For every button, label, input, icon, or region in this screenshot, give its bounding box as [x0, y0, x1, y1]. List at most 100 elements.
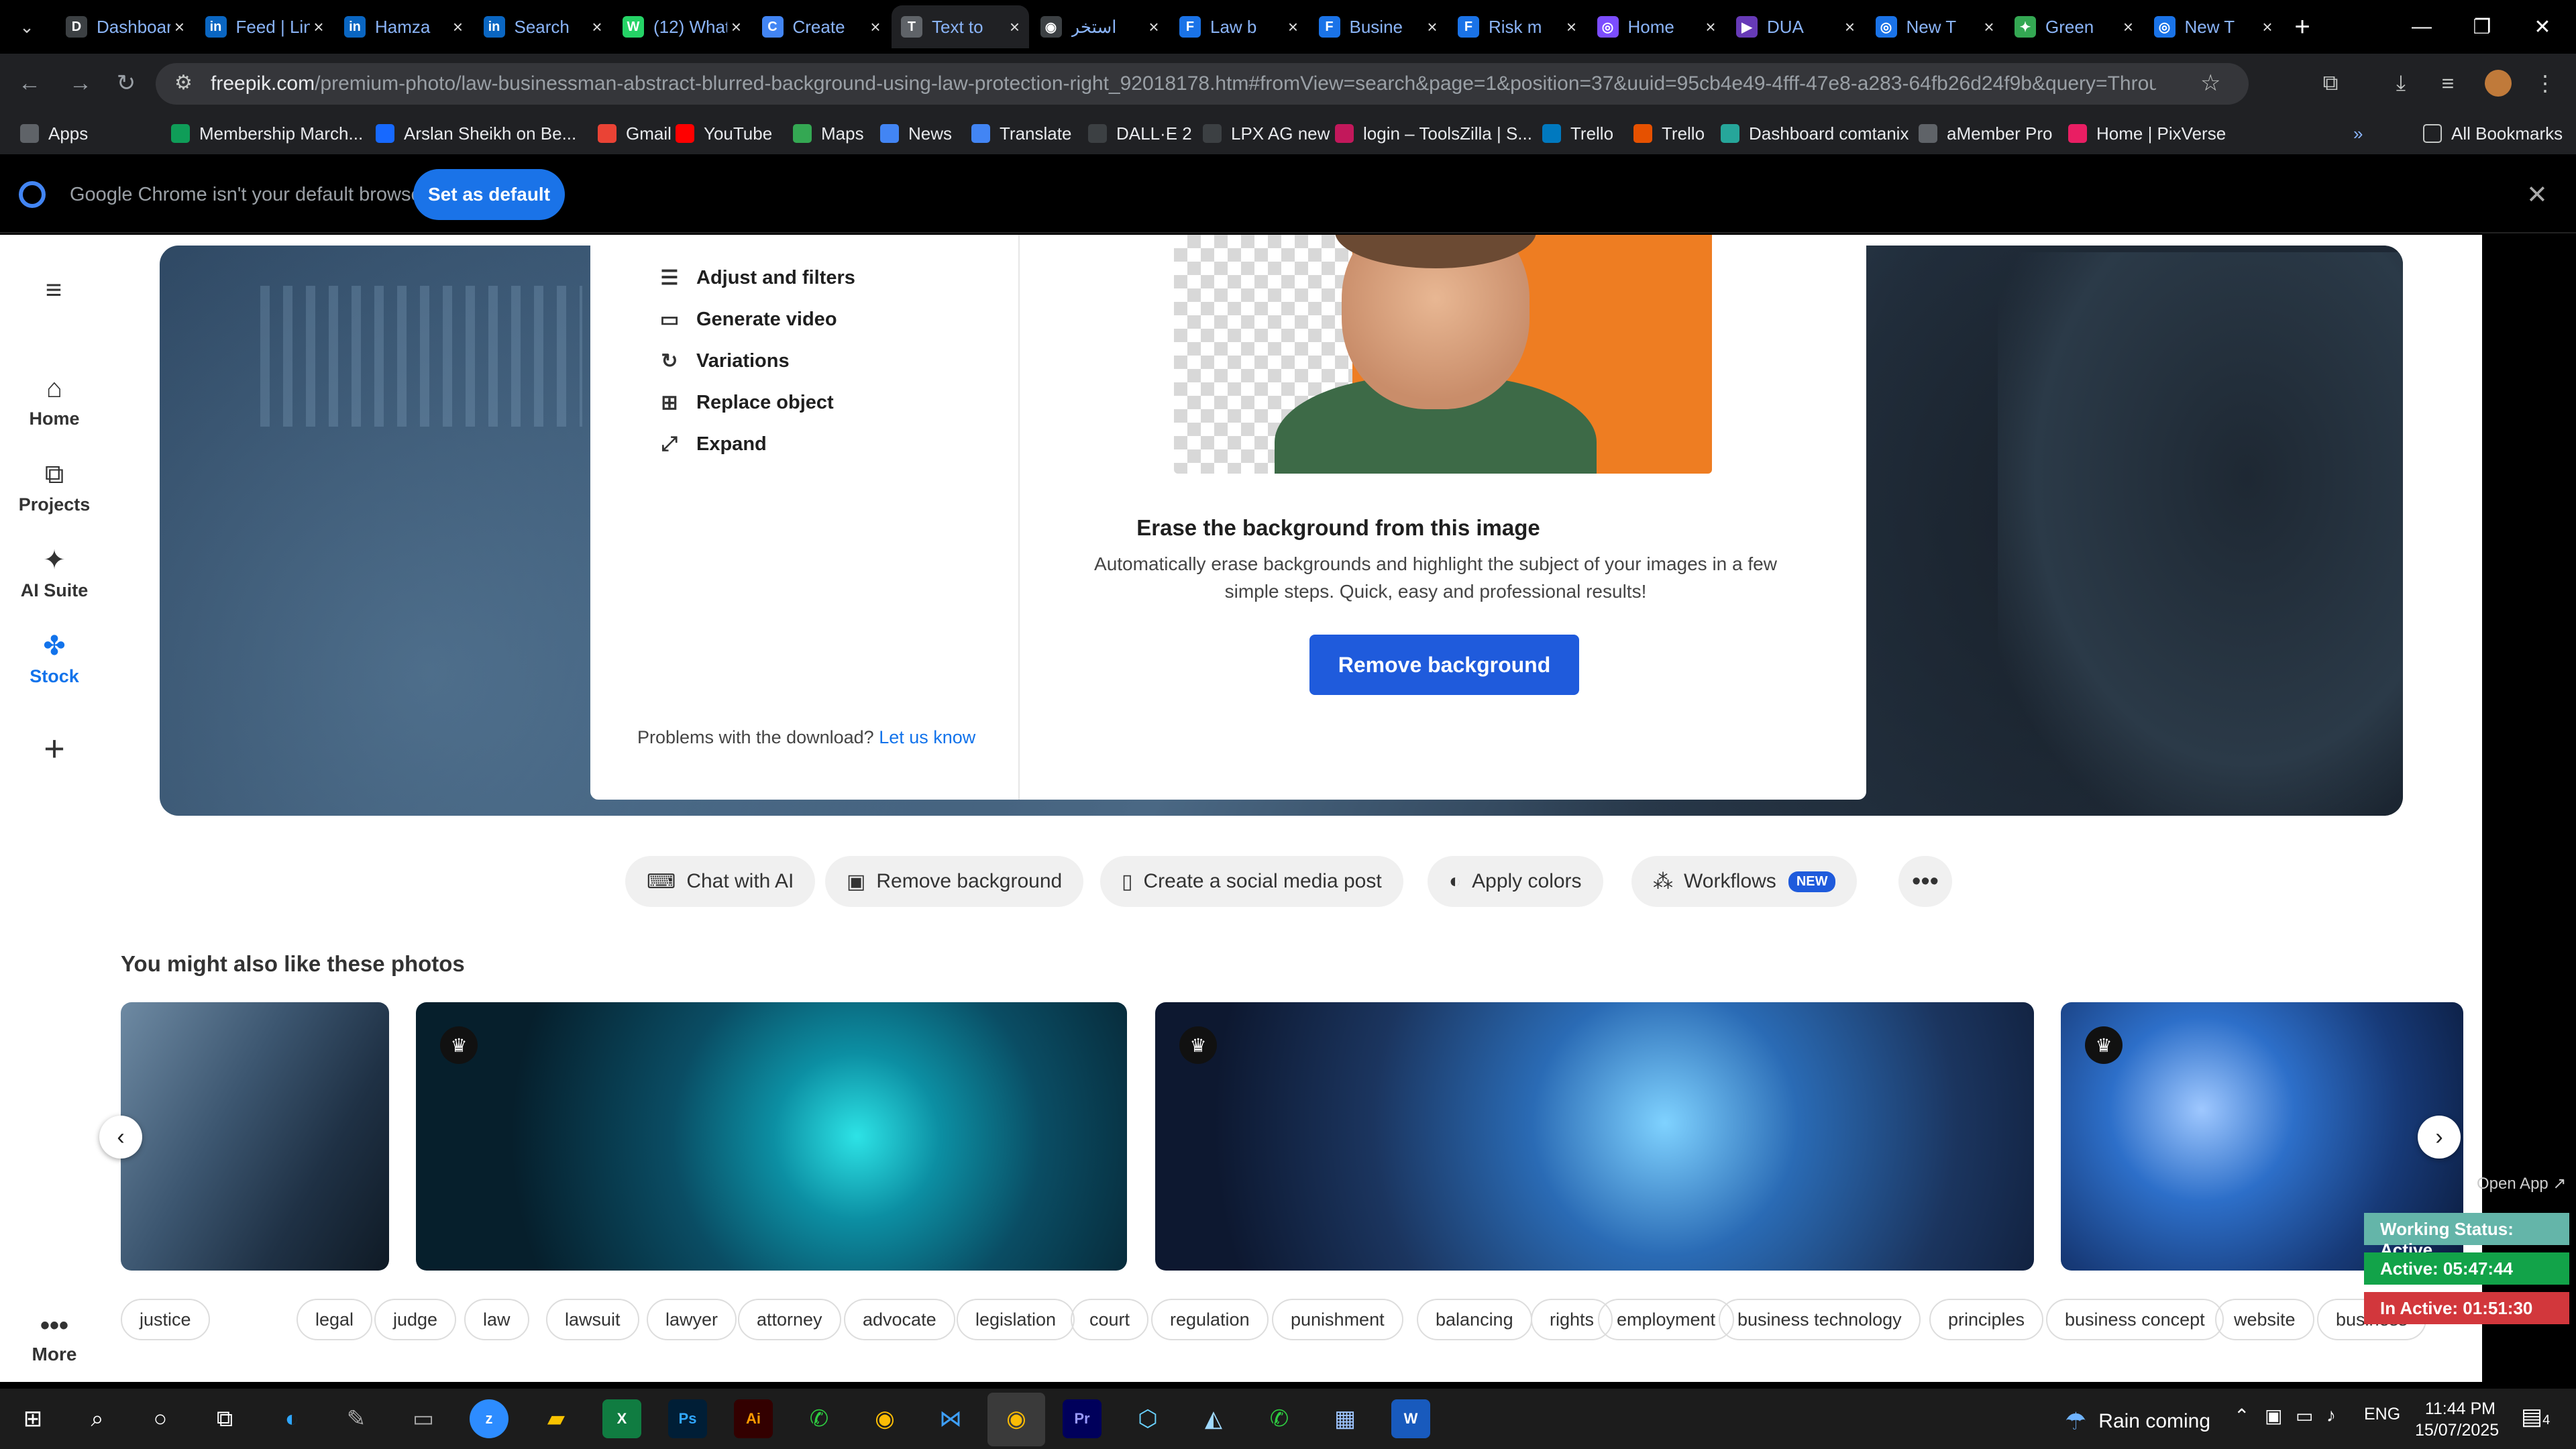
- browser-tab[interactable]: in Feed | LinkedIn×: [196, 5, 333, 48]
- phone-app-icon-2[interactable]: ✆: [1260, 1399, 1299, 1438]
- bookmark-item[interactable]: aMember Pro: [1919, 121, 2053, 146]
- related-photo-3[interactable]: ♛: [1155, 1002, 2034, 1271]
- tab-close-icon[interactable]: ×: [592, 17, 602, 38]
- reload-button[interactable]: ↻: [110, 67, 142, 99]
- browser-tab[interactable]: W (12) WhatsApp×: [613, 5, 751, 48]
- bookmark-item[interactable]: Translate: [971, 121, 1071, 146]
- sidebar-item-more[interactable]: ••• More: [0, 1311, 109, 1365]
- tag-chip[interactable]: court: [1071, 1299, 1149, 1340]
- browser-tab[interactable]: in Hamza ×: [335, 5, 472, 48]
- browser-tab[interactable]: F Risk m ×: [1448, 5, 1586, 48]
- create-social-post-button[interactable]: ▯ Create a social media post: [1100, 856, 1403, 907]
- chat-with-ai-button[interactable]: ⌨ Chat with AI: [625, 856, 816, 907]
- browser-tab[interactable]: D Dashboard×: [56, 5, 194, 48]
- tab-close-icon[interactable]: ×: [1148, 17, 1159, 38]
- browser-tab[interactable]: ◉ استخر ×: [1031, 5, 1169, 48]
- forward-button[interactable]: →: [64, 67, 97, 99]
- browser-tab[interactable]: F Busine ×: [1309, 5, 1447, 48]
- open-app-link[interactable]: Open App ↗: [2477, 1174, 2567, 1193]
- tab-close-icon[interactable]: ×: [870, 17, 880, 38]
- site-info-icon[interactable]: ⚙: [174, 71, 193, 95]
- tab-close-icon[interactable]: ×: [731, 17, 741, 38]
- tab-close-icon[interactable]: ×: [1845, 17, 1855, 38]
- task-view-icon[interactable]: ⧉: [205, 1399, 244, 1438]
- zoom-icon[interactable]: z: [470, 1399, 508, 1438]
- phone-app-icon[interactable]: ✆: [800, 1399, 839, 1438]
- profile-avatar[interactable]: [2482, 67, 2514, 99]
- browser-tab[interactable]: ◎ New T ×: [1866, 5, 2004, 48]
- app-icon-2[interactable]: ◭: [1194, 1399, 1233, 1438]
- carousel-prev-button[interactable]: ‹: [99, 1116, 142, 1159]
- option-replace-object[interactable]: ⊞ Replace object: [657, 389, 833, 416]
- clock[interactable]: 11:44 PM 15/07/2025: [2415, 1398, 2499, 1441]
- bookmark-star-icon[interactable]: ☆: [2200, 70, 2220, 97]
- back-button[interactable]: ←: [13, 67, 46, 99]
- tag-chip[interactable]: business concept: [2046, 1299, 2224, 1340]
- network-icon[interactable]: ▭: [2296, 1405, 2313, 1427]
- windows-start-icon[interactable]: ⊞: [13, 1399, 52, 1438]
- hamburger-menu-icon[interactable]: ≡: [38, 274, 70, 306]
- modal-close-icon[interactable]: ✕: [2410, 282, 2434, 316]
- browser-tab[interactable]: F Law b ×: [1170, 5, 1307, 48]
- browser-tab[interactable]: ◎ New T ×: [2145, 5, 2282, 48]
- vscode-icon[interactable]: ⋈: [931, 1399, 970, 1438]
- file-explorer-icon[interactable]: ▰: [537, 1399, 576, 1438]
- option-generate-video[interactable]: ▭ Generate video: [657, 306, 837, 333]
- media-control-icon[interactable]: ≡: [2432, 67, 2464, 99]
- tag-chip[interactable]: law: [464, 1299, 529, 1340]
- notification-center-icon[interactable]: ▤4: [2521, 1403, 2550, 1430]
- browser-tab[interactable]: in Search ×: [474, 5, 612, 48]
- bookmark-item[interactable]: Dashboard comtanix: [1721, 121, 1909, 146]
- new-tab-button[interactable]: +: [2286, 11, 2318, 43]
- bookmark-item[interactable]: News: [880, 121, 952, 146]
- terminal-icon[interactable]: ▭: [404, 1399, 443, 1438]
- tag-chip[interactable]: legislation: [957, 1299, 1075, 1340]
- tag-chip[interactable]: employment: [1598, 1299, 1735, 1340]
- bookmark-item[interactable]: DALL·E 2: [1088, 121, 1192, 146]
- sidebar-item-projects[interactable]: ⧉ Projects: [0, 458, 109, 515]
- tag-chip[interactable]: regulation: [1151, 1299, 1269, 1340]
- related-photo-2[interactable]: ♛: [416, 1002, 1127, 1271]
- illustrator-icon[interactable]: Ai: [734, 1399, 773, 1438]
- option-adjust-filters[interactable]: ☰ Adjust and filters: [657, 264, 855, 291]
- premiere-icon[interactable]: Pr: [1063, 1399, 1102, 1438]
- restore-button[interactable]: ❐: [2452, 0, 2512, 54]
- pen-icon[interactable]: ✎: [337, 1399, 376, 1438]
- weather-widget[interactable]: ☂ Rain coming: [2065, 1407, 2210, 1436]
- tab-close-icon[interactable]: ×: [1705, 17, 1715, 38]
- tab-close-icon[interactable]: ×: [453, 17, 463, 38]
- excel-icon[interactable]: X: [602, 1399, 641, 1438]
- tag-chip[interactable]: principles: [1929, 1299, 2044, 1340]
- language-indicator[interactable]: ENG: [2364, 1405, 2400, 1424]
- chrome-active-icon[interactable]: ◉: [997, 1399, 1036, 1438]
- tab-close-icon[interactable]: ×: [2262, 17, 2272, 38]
- bookmark-item[interactable]: login – ToolsZilla | S...: [1335, 121, 1532, 146]
- tag-chip[interactable]: lawsuit: [546, 1299, 639, 1340]
- carousel-next-button[interactable]: ›: [2418, 1116, 2461, 1159]
- apply-colors-button[interactable]: ◐ Apply colors: [1428, 856, 1603, 907]
- bookmark-item[interactable]: YouTube: [676, 121, 772, 146]
- remove-background-action-button[interactable]: ▣ Remove background: [825, 856, 1084, 907]
- photoshop-icon[interactable]: Ps: [668, 1399, 707, 1438]
- all-bookmarks-button[interactable]: All Bookmarks: [2423, 121, 2563, 146]
- tag-chip[interactable]: justice: [121, 1299, 210, 1340]
- tag-chip[interactable]: judge: [374, 1299, 457, 1340]
- more-actions-button[interactable]: •••: [1898, 856, 1952, 907]
- browser-tab[interactable]: T Text to ×: [892, 5, 1029, 48]
- tray-overflow-icon[interactable]: ⌃: [2234, 1405, 2249, 1427]
- tag-chip[interactable]: attorney: [738, 1299, 841, 1340]
- browser-tab[interactable]: ◎ Home ×: [1588, 5, 1725, 48]
- tab-close-icon[interactable]: ×: [1427, 17, 1437, 38]
- tag-chip[interactable]: lawyer: [647, 1299, 737, 1340]
- sidebar-item-stock[interactable]: ✤ Stock: [0, 630, 109, 687]
- tab-close-icon[interactable]: ×: [1288, 17, 1298, 38]
- tag-chip[interactable]: punishment: [1272, 1299, 1403, 1340]
- extensions-icon[interactable]: ⧉: [2314, 67, 2347, 99]
- add-icon[interactable]: +: [38, 728, 71, 769]
- set-default-button[interactable]: Set as default: [413, 169, 565, 220]
- tag-chip[interactable]: website: [2215, 1299, 2314, 1340]
- edge-icon[interactable]: ◐: [272, 1399, 311, 1438]
- address-bar[interactable]: ⚙ freepik.com/premium-photo/law-business…: [156, 63, 2249, 105]
- meet-now-icon[interactable]: ▣: [2265, 1405, 2282, 1427]
- bookmark-item[interactable]: LPX AG new: [1203, 121, 1330, 146]
